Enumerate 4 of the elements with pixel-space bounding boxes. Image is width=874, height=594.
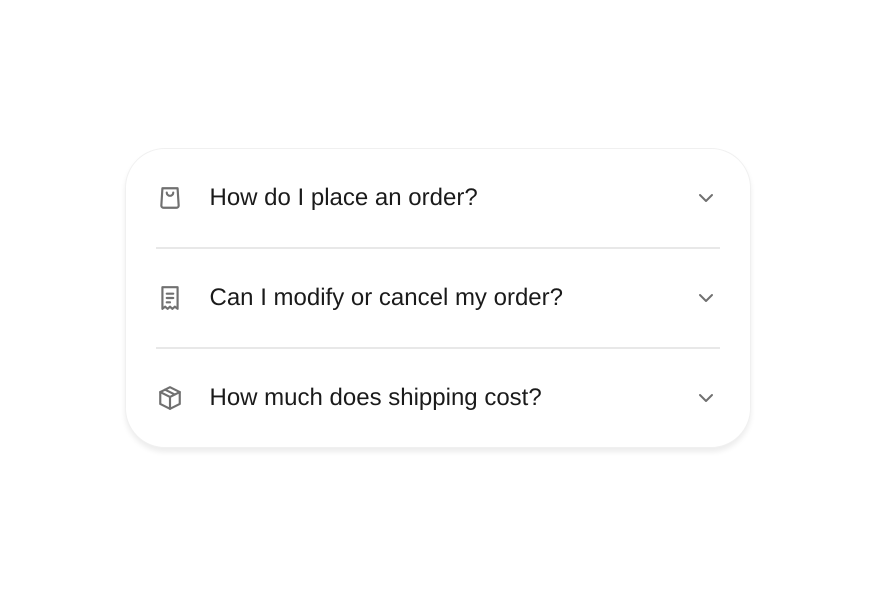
faq-question[interactable]: How much does shipping cost? [156, 349, 720, 447]
faq-question[interactable]: Can I modify or cancel my order? [156, 249, 720, 347]
faq-question[interactable]: How do I place an order? [156, 149, 720, 247]
package-icon [156, 385, 182, 411]
